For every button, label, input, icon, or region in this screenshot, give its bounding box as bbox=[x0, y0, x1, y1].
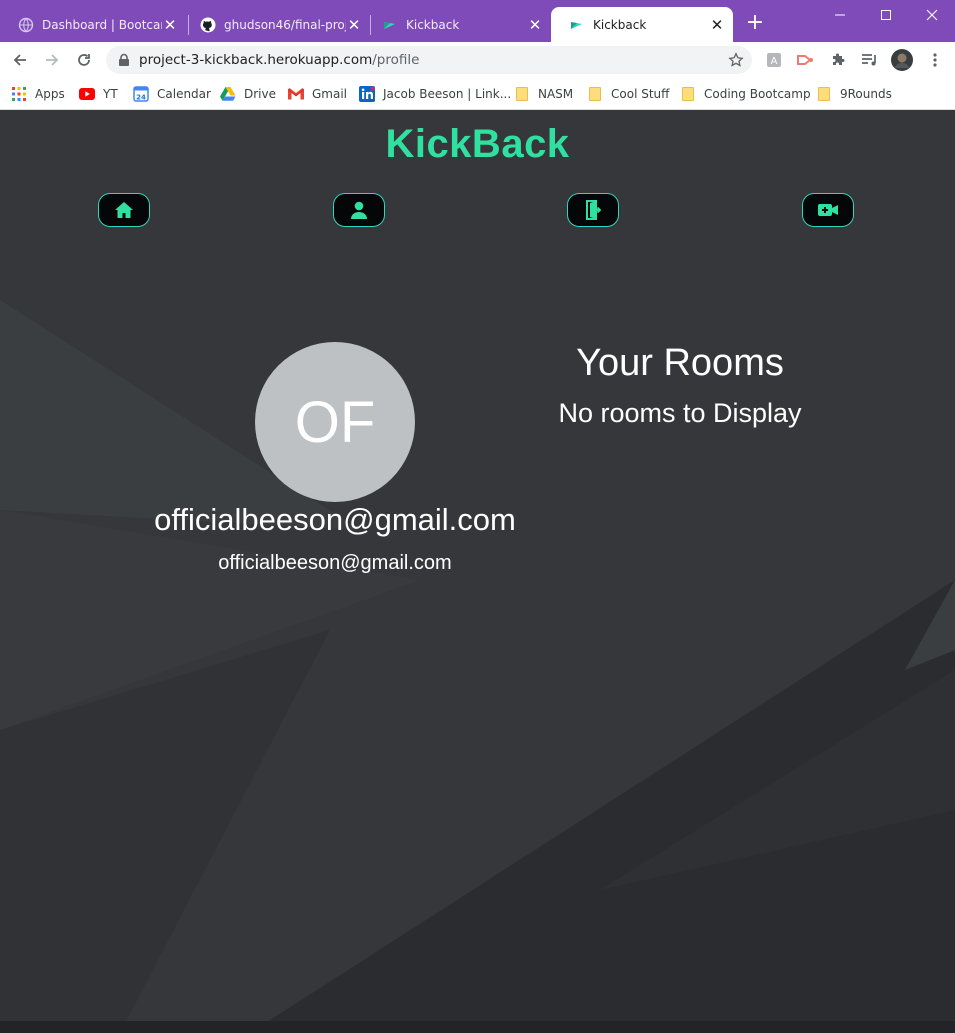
nav-profile-button[interactable] bbox=[333, 193, 385, 227]
screencastify-icon[interactable] bbox=[795, 50, 815, 70]
calendar-icon: 24 bbox=[133, 86, 149, 102]
forward-arrow-icon[interactable] bbox=[38, 46, 66, 74]
bookmark-yt[interactable]: YT bbox=[79, 84, 118, 104]
svg-text:A: A bbox=[771, 56, 778, 67]
nav-home-button[interactable] bbox=[98, 193, 150, 227]
folder-icon bbox=[816, 86, 832, 102]
browser-tab-strip: Dashboard | Bootcamp ✕ ghudson46/final-p… bbox=[0, 0, 955, 42]
nav-logout-button[interactable] bbox=[567, 193, 619, 227]
url-host: project-3-kickback.herokuapp.com bbox=[139, 52, 373, 68]
browser-tab[interactable]: Kickback ✕ bbox=[364, 7, 551, 42]
maximize-icon[interactable] bbox=[863, 0, 909, 30]
rooms-empty-message: No rooms to Display bbox=[558, 398, 802, 428]
globe-icon bbox=[18, 17, 34, 33]
browser-menu-icon[interactable] bbox=[925, 50, 945, 70]
bookmark-gmail[interactable]: Gmail bbox=[288, 84, 347, 104]
logout-door-icon bbox=[586, 200, 602, 220]
brand-logo-text[interactable]: KickBack bbox=[0, 122, 955, 167]
bookmark-linkedin[interactable]: Jacob Beeson | Link... bbox=[359, 84, 511, 104]
gmail-icon bbox=[288, 86, 304, 102]
youtube-icon bbox=[79, 86, 95, 102]
profile-display-name: officialbeeson@gmail.com bbox=[154, 502, 516, 537]
kickback-logo-icon bbox=[569, 17, 585, 33]
nav-create-room-button[interactable] bbox=[802, 193, 854, 227]
bookmark-folder-nasm[interactable]: NASM bbox=[514, 84, 573, 104]
browser-tab[interactable]: Dashboard | Bootcamp ✕ bbox=[0, 7, 186, 42]
bookmark-folder-9rounds[interactable]: 9Rounds bbox=[816, 84, 892, 104]
bookmark-label: Gmail bbox=[312, 87, 348, 101]
tab-title: ghudson46/final-proje bbox=[224, 17, 346, 32]
bookmark-star-icon[interactable] bbox=[728, 52, 744, 68]
back-arrow-icon[interactable] bbox=[6, 46, 34, 74]
profile-email: officialbeeson@gmail.com bbox=[218, 552, 452, 574]
tab-title: Kickback bbox=[593, 17, 647, 32]
reload-icon[interactable] bbox=[70, 46, 98, 74]
home-icon bbox=[115, 202, 133, 218]
browser-tab[interactable]: ghudson46/final-proje ✕ bbox=[182, 7, 370, 42]
video-add-icon bbox=[818, 204, 838, 216]
bookmark-folder-coding-bootcamp[interactable]: Coding Bootcamp bbox=[680, 84, 811, 104]
close-window-icon[interactable] bbox=[909, 0, 955, 30]
url-path: /profile bbox=[372, 52, 420, 68]
lock-icon bbox=[118, 53, 130, 67]
bookmark-apps[interactable]: Apps bbox=[11, 84, 65, 104]
bookmark-calendar[interactable]: 24 Calendar bbox=[133, 84, 211, 104]
bookmark-label: YT bbox=[103, 87, 118, 101]
new-tab-button[interactable]: + bbox=[744, 12, 766, 34]
bookmark-label: NASM bbox=[538, 87, 574, 101]
media-queue-icon[interactable] bbox=[860, 50, 880, 70]
bookmark-label: Apps bbox=[35, 87, 65, 101]
bookmark-label: Coding Bootcamp bbox=[704, 87, 811, 101]
kickback-profile-page: KickBack OF officialbeeson@gmail.com off… bbox=[0, 110, 955, 1033]
github-icon bbox=[200, 17, 216, 33]
url-text: project-3-kickback.herokuapp.com/profile bbox=[139, 52, 419, 68]
user-icon bbox=[351, 201, 367, 219]
bookmark-label: Cool Stuff bbox=[611, 87, 670, 101]
linkedin-icon bbox=[359, 86, 375, 102]
avatar-initials: OF bbox=[294, 389, 376, 455]
minimize-icon[interactable] bbox=[817, 0, 863, 30]
rooms-heading: Your Rooms bbox=[576, 342, 784, 384]
address-bar[interactable]: project-3-kickback.herokuapp.com/profile bbox=[106, 46, 752, 74]
bookmark-label: 9Rounds bbox=[840, 87, 892, 101]
folder-icon bbox=[680, 86, 696, 102]
page-footer-strip bbox=[0, 1021, 955, 1033]
close-tab-icon[interactable]: ✕ bbox=[346, 16, 362, 34]
apps-grid-icon bbox=[11, 86, 27, 102]
kickback-logo-icon bbox=[382, 17, 398, 33]
tab-title: Kickback bbox=[406, 17, 460, 32]
bookmark-label: Drive bbox=[244, 87, 276, 101]
folder-icon bbox=[514, 86, 530, 102]
svg-text:24: 24 bbox=[136, 94, 146, 102]
puzzle-extensions-icon[interactable] bbox=[828, 50, 848, 70]
bookmarks-bar: Apps YT 24 Calendar Drive Gmail Jacob Be… bbox=[0, 78, 955, 110]
bookmark-folder-cool-stuff[interactable]: Cool Stuff bbox=[587, 84, 669, 104]
close-tab-icon[interactable]: ✕ bbox=[527, 16, 543, 34]
bookmark-drive[interactable]: Drive bbox=[220, 84, 276, 104]
bookmark-label: Jacob Beeson | Link... bbox=[383, 87, 512, 101]
profile-avatar[interactable] bbox=[891, 49, 913, 71]
tab-title: Dashboard | Bootcamp bbox=[42, 17, 162, 32]
close-tab-icon[interactable]: ✕ bbox=[162, 16, 178, 34]
folder-icon bbox=[587, 86, 603, 102]
bookmark-label: Calendar bbox=[157, 87, 211, 101]
avatar: OF bbox=[255, 342, 415, 502]
browser-toolbar: project-3-kickback.herokuapp.com/profile… bbox=[0, 42, 955, 78]
drive-icon bbox=[220, 86, 236, 102]
extension-icon[interactable]: A bbox=[764, 50, 784, 70]
close-tab-icon[interactable]: ✕ bbox=[709, 16, 725, 34]
browser-tab-active[interactable]: Kickback ✕ bbox=[551, 7, 733, 42]
